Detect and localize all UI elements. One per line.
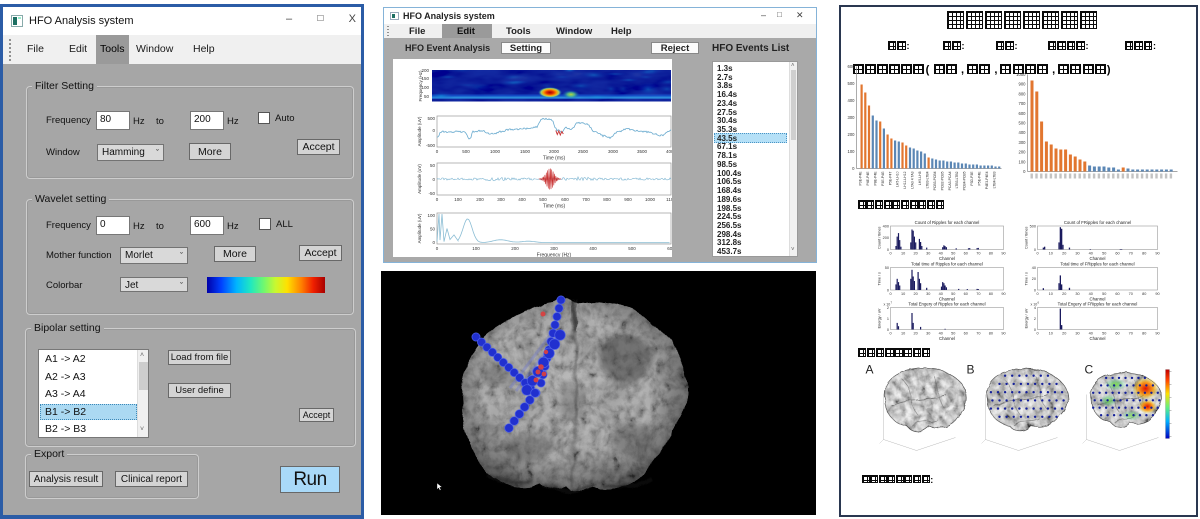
svg-text:3000: 3000 [608,149,619,154]
svg-text:200: 200 [476,197,484,202]
svg-text:Time (ms): Time (ms) [543,204,566,210]
svg-text:600: 600 [667,246,672,251]
svg-text:500: 500 [427,116,435,121]
svg-text:300: 300 [497,197,505,202]
svg-text:1000: 1000 [490,149,501,154]
svg-text:Frequency (Hz): Frequency (Hz) [537,253,572,258]
svg-text:300: 300 [550,246,558,251]
svg-text:2500: 2500 [578,149,589,154]
svg-text:4000: 4000 [666,149,672,154]
svg-text:50: 50 [430,163,436,168]
svg-text:Amplitude (uV): Amplitude (uV) [417,213,422,243]
svg-text:Amplitude (uV): Amplitude (uV) [417,164,422,194]
svg-text:50: 50 [430,227,436,232]
svg-text:3500: 3500 [637,149,648,154]
svg-text:0: 0 [432,128,435,133]
svg-text:900: 900 [624,197,632,202]
svg-text:400: 400 [589,246,597,251]
svg-text:100: 100 [472,246,480,251]
svg-text:-500: -500 [426,143,436,148]
svg-text:C: C [1085,363,1094,377]
svg-text:Frequency (Hz): Frequency (Hz) [418,70,423,102]
svg-text:400: 400 [518,197,526,202]
svg-text:200: 200 [511,246,519,251]
svg-text:1100: 1100 [666,197,672,202]
svg-text:100: 100 [454,197,462,202]
svg-text:500: 500 [462,149,470,154]
svg-text:B: B [967,363,975,377]
svg-text:0: 0 [436,149,439,154]
svg-text:500: 500 [628,246,636,251]
svg-text:-50: -50 [428,191,435,196]
svg-text:100: 100 [427,213,435,218]
svg-text:0: 0 [432,177,435,182]
svg-text:0: 0 [432,240,435,245]
svg-text:0: 0 [436,246,439,251]
svg-text:500: 500 [539,197,547,202]
svg-text:600: 600 [561,197,569,202]
svg-text:50: 50 [424,94,430,99]
svg-text:2000: 2000 [549,149,560,154]
svg-text:0: 0 [436,197,439,202]
svg-text:A: A [866,363,874,377]
svg-text:1500: 1500 [520,149,531,154]
svg-text:1000: 1000 [645,197,656,202]
svg-text:Time (ms): Time (ms) [543,156,566,162]
svg-text:Amplitude (uV): Amplitude (uV) [417,116,422,146]
svg-text:800: 800 [603,197,611,202]
svg-text:700: 700 [582,197,590,202]
